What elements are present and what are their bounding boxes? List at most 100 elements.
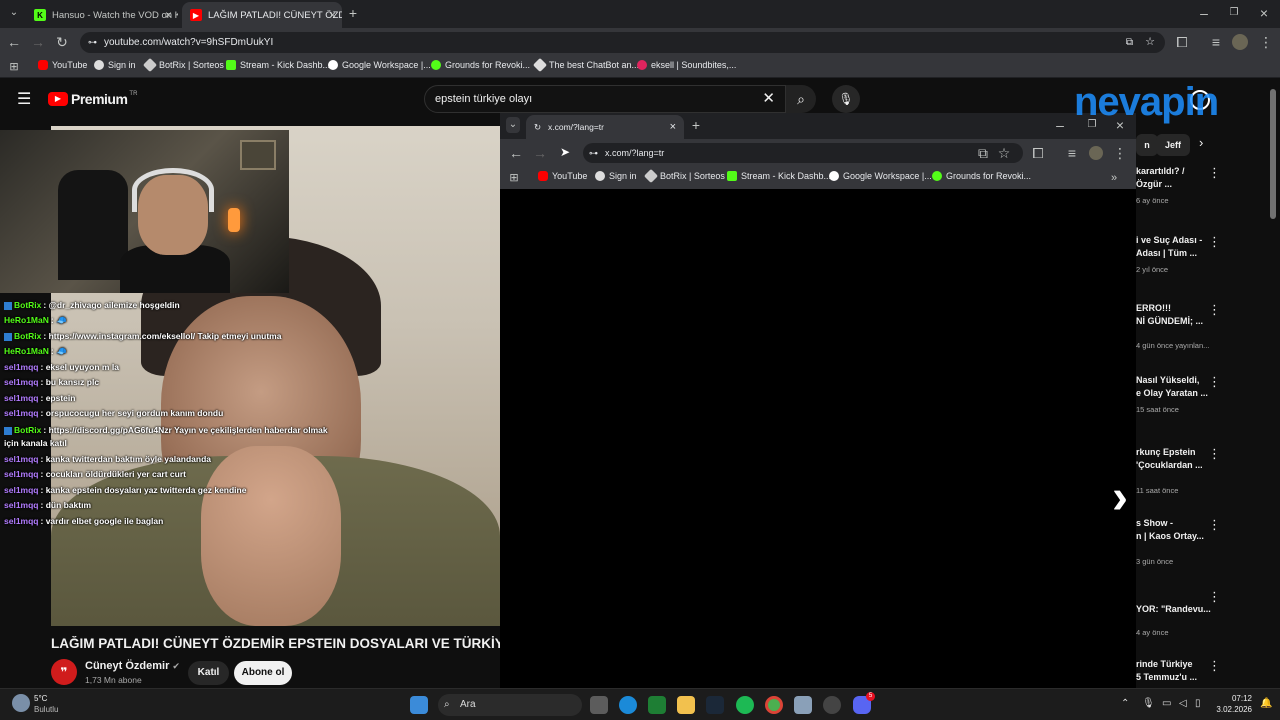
- close-icon[interactable]: ×: [329, 8, 336, 22]
- tab-kick-vod[interactable]: K Hansuo - Watch the VOD on Ki ×: [26, 2, 178, 28]
- minimize-button[interactable]: –: [1052, 117, 1068, 133]
- tab-youtube-video[interactable]: ▶ LAĞIM PATLADI! CÜNEYT ÖZD ×: [182, 2, 342, 28]
- address-bar[interactable]: ⊶ youtube.com/watch?v=9hSFDmUukYI ⧉ ☆: [80, 32, 1165, 53]
- chat-username[interactable]: sel1mqq: [4, 469, 39, 479]
- network-icon[interactable]: ▭: [1162, 698, 1171, 709]
- new-tab-button[interactable]: +: [345, 5, 361, 21]
- more-options-icon[interactable]: ⋮: [1208, 234, 1221, 250]
- maximize-button[interactable]: ❐: [1226, 5, 1242, 21]
- bookmark-eksell[interactable]: eksell | Soundbites,...: [637, 60, 736, 70]
- edge-icon[interactable]: [619, 696, 637, 714]
- chat-username[interactable]: HeRo1MaN: [4, 346, 49, 356]
- forward-button[interactable]: →: [30, 34, 46, 50]
- bookmark-chatbot[interactable]: The best ChatBot an...: [532, 57, 639, 73]
- new-tab-button[interactable]: +: [688, 117, 704, 133]
- reload-button[interactable]: ↻: [54, 34, 70, 50]
- menu-kebab-icon[interactable]: ⋮: [1258, 34, 1274, 50]
- more-bookmarks-icon[interactable]: »: [1106, 170, 1122, 186]
- recommendation-item[interactable]: ERRO!!! Nİ GÜNDEMİ; ... 4 gün önce yayınla…: [1136, 302, 1216, 350]
- chip-partial[interactable]: n: [1136, 134, 1158, 156]
- bookmark-botrix[interactable]: BotRix | Sorteos: [142, 57, 224, 73]
- subscribe-button[interactable]: Abone ol: [234, 661, 292, 685]
- spotify-icon[interactable]: [736, 696, 754, 714]
- close-window-button[interactable]: ×: [1256, 5, 1272, 21]
- media-control-icon[interactable]: ≡: [1208, 34, 1224, 50]
- apps-grid-icon[interactable]: ⊞: [506, 170, 522, 186]
- bookmark-kick-dashboard[interactable]: Stream - Kick Dashb...: [226, 60, 330, 70]
- apps-grid-icon[interactable]: ⊞: [6, 59, 22, 75]
- more-options-icon[interactable]: ⋮: [1208, 374, 1221, 390]
- search-button[interactable]: ⌕: [786, 85, 816, 113]
- more-options-icon[interactable]: ⋮: [1208, 658, 1221, 674]
- chat-username[interactable]: sel1mqq: [4, 516, 39, 526]
- profile-avatar[interactable]: [1089, 146, 1103, 160]
- tab-search-icon[interactable]: ⌄: [506, 117, 520, 133]
- bookmark-google-workspace[interactable]: Google Workspace |...: [328, 60, 431, 70]
- bookmark-grounds[interactable]: Grounds for Revoki...: [932, 171, 1031, 181]
- chat-username[interactable]: HeRo1MaN: [4, 315, 49, 325]
- back-button[interactable]: ←: [508, 145, 524, 161]
- steam-icon[interactable]: [706, 696, 724, 714]
- recommendation-item[interactable]: Nasıl Yükseldi, e Olay Yaratan ... 15 saat…: [1136, 374, 1216, 414]
- extensions-icon[interactable]: ⧠: [1030, 145, 1046, 161]
- join-button[interactable]: Katıl: [188, 661, 229, 685]
- bookmark-star-icon[interactable]: ☆: [996, 145, 1012, 161]
- recommendation-item[interactable]: rkunç Epstein 'Çocuklardan ... 11 saat önc…: [1136, 446, 1216, 495]
- profile-avatar[interactable]: [1232, 34, 1248, 50]
- chat-username[interactable]: BotRix: [14, 331, 41, 341]
- recommendation-item[interactable]: s Show -n | Kaos Ortay... 3 gün önce: [1136, 517, 1216, 566]
- obs-icon[interactable]: [823, 696, 841, 714]
- more-options-icon[interactable]: ⋮: [1208, 446, 1221, 462]
- channel-avatar[interactable]: ❞: [51, 659, 77, 685]
- chat-username[interactable]: sel1mqq: [4, 377, 39, 387]
- bookmark-sign-in[interactable]: Sign in: [595, 171, 637, 181]
- hamburger-menu-icon[interactable]: ☰: [17, 89, 31, 109]
- bookmark-youtube[interactable]: YouTube: [538, 171, 587, 181]
- forward-button[interactable]: →: [532, 145, 548, 161]
- voice-search-button[interactable]: 🎙: [832, 85, 860, 113]
- bookmark-youtube[interactable]: YouTube: [38, 60, 87, 70]
- bookmark-google-workspace[interactable]: Google Workspace |...: [829, 171, 932, 181]
- excel-icon[interactable]: [648, 696, 666, 714]
- recommendation-item[interactable]: rinde Türkiye 5 Temmuz'u ...: [1136, 658, 1216, 684]
- app-icon[interactable]: [794, 696, 812, 714]
- chat-username[interactable]: sel1mqq: [4, 500, 39, 510]
- chat-username[interactable]: sel1mqq: [4, 362, 39, 372]
- bookmark-grounds[interactable]: Grounds for Revoki...: [431, 60, 530, 70]
- more-options-icon[interactable]: ⋮: [1208, 589, 1221, 605]
- close-icon[interactable]: ×: [165, 8, 172, 22]
- extensions-icon[interactable]: ⧠: [1174, 34, 1190, 50]
- search-input[interactable]: epstein türkiye olayı ✕: [424, 85, 786, 113]
- chip-jeff[interactable]: Jeff: [1156, 134, 1190, 156]
- youtube-logo[interactable]: ▶ Premium TR: [48, 91, 137, 107]
- site-info-icon[interactable]: ⊶: [589, 143, 598, 163]
- install-icon[interactable]: ⧉: [1126, 32, 1133, 53]
- menu-kebab-icon[interactable]: ⋮: [1112, 145, 1128, 161]
- volume-icon[interactable]: ◁: [1179, 698, 1187, 709]
- chat-username[interactable]: sel1mqq: [4, 393, 39, 403]
- clear-search-icon[interactable]: ✕: [762, 86, 775, 112]
- recommendation-item[interactable]: i ve Suç Adası - Adası | Tüm ... 2 yıl önc…: [1136, 234, 1216, 274]
- discord-icon[interactable]: 5: [853, 692, 875, 714]
- bookmark-botrix[interactable]: BotRix | Sorteos: [643, 168, 725, 184]
- recommendation-item[interactable]: karartıldı? / Özgür ... 6 ay önce: [1136, 165, 1216, 205]
- chat-username[interactable]: sel1mqq: [4, 454, 39, 464]
- page-scrollbar[interactable]: [1270, 89, 1276, 219]
- chat-username[interactable]: sel1mqq: [4, 485, 39, 495]
- microphone-icon[interactable]: 🎙: [1142, 698, 1155, 709]
- more-options-icon[interactable]: ⋮: [1208, 517, 1221, 533]
- popup-address-bar[interactable]: ⊶ x.com/?lang=tr: [583, 143, 1023, 163]
- recommendation-item[interactable]: YOR: "Randevu... 4 ay önce: [1136, 603, 1216, 637]
- chips-next-icon[interactable]: ›: [1199, 135, 1203, 150]
- popup-page-content[interactable]: [500, 190, 1136, 688]
- back-button[interactable]: ←: [6, 34, 22, 50]
- chat-username[interactable]: sel1mqq: [4, 408, 39, 418]
- site-info-icon[interactable]: ⊶: [88, 32, 97, 53]
- notification-bell-icon[interactable]: 🔔: [1260, 698, 1272, 709]
- tray-overflow-icon[interactable]: ⌃: [1121, 698, 1129, 709]
- install-icon[interactable]: ⧉: [975, 145, 991, 161]
- chat-username[interactable]: BotRix: [14, 425, 41, 435]
- channel-name[interactable]: Cüneyt Özdemir ✔: [85, 660, 180, 672]
- taskbar-search[interactable]: ⌕ Ara: [438, 694, 582, 716]
- battery-icon[interactable]: ▯: [1195, 698, 1201, 709]
